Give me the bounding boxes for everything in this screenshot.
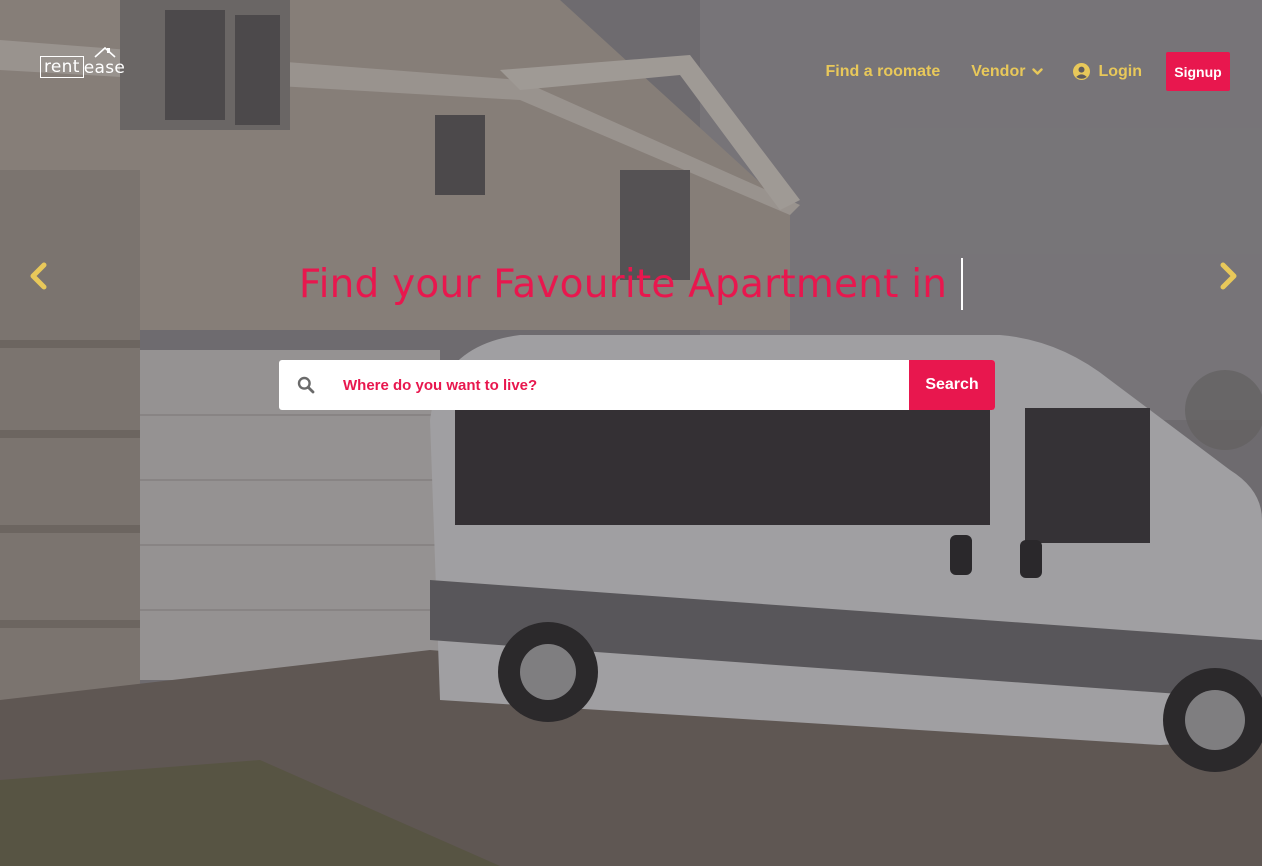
hero-section: rent ease Find a roomate Vendor Login Si… [0, 0, 1262, 866]
search-button[interactable]: Search [909, 360, 995, 410]
hero-heading: Find your Favourite Apartment in [0, 258, 1262, 310]
location-search-input[interactable] [331, 360, 909, 410]
signup-button[interactable]: Signup [1166, 52, 1230, 91]
logo-ease-text: ease [83, 46, 126, 78]
search-bar: Search [279, 360, 995, 410]
rentease-logo[interactable]: rent ease [40, 46, 126, 78]
nav-vendor-dropdown[interactable]: Vendor [971, 62, 1044, 81]
typing-cursor [961, 258, 964, 310]
main-nav: Find a roomate Vendor Login Signup [826, 52, 1230, 91]
logo-ease-label: ease [83, 58, 126, 78]
house-roof-icon [94, 46, 116, 58]
nav-find-roommate-link[interactable]: Find a roomate [826, 63, 941, 81]
hero-overlay [0, 0, 1262, 866]
nav-login-link[interactable]: Login [1073, 63, 1142, 81]
search-icon [281, 376, 331, 394]
hero-heading-text: Find your Favourite Apartment in [298, 261, 948, 307]
nav-find-roommate-label: Find a roomate [825, 62, 941, 80]
logo-rent-text: rent [40, 56, 84, 78]
nav-vendor-label: Vendor [971, 62, 1026, 80]
nav-login-label: Login [1098, 62, 1142, 80]
user-circle-icon [1073, 63, 1091, 80]
chevron-down-icon [1032, 67, 1044, 75]
